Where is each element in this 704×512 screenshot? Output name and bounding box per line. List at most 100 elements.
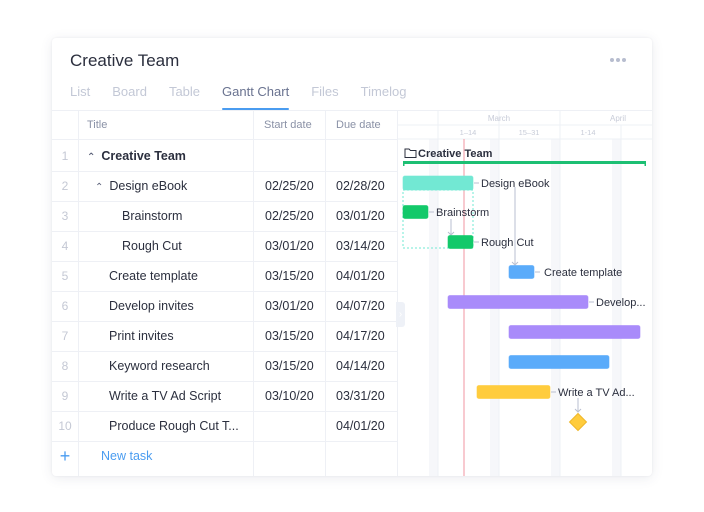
project-card: Creative Team List Board Table Gantt Cha… xyxy=(52,38,652,476)
row-number: 2 xyxy=(61,179,69,193)
gantt-bar[interactable] xyxy=(402,175,474,191)
plus-icon: + xyxy=(59,446,71,466)
start-date[interactable]: 03/15/20 xyxy=(265,321,314,351)
task-title[interactable]: Develop invites xyxy=(109,291,194,321)
task-title-text: Print invites xyxy=(109,329,174,343)
period-label: 1–14 xyxy=(460,128,477,137)
view-tabs: List Board Table Gantt Chart Files Timel… xyxy=(70,84,428,110)
ellipsis-dot xyxy=(616,58,620,62)
start-date[interactable]: 03/01/20 xyxy=(265,291,314,321)
table-row[interactable]: 4 Rough Cut 03/01/20 03/14/20 xyxy=(52,231,397,261)
table-row[interactable]: 6 Develop invites 03/01/20 04/07/20 xyxy=(52,291,397,321)
row-number: 6 xyxy=(61,299,69,313)
folder-icon xyxy=(404,148,417,158)
task-title-text: Design eBook xyxy=(109,179,188,193)
gantt-bar[interactable] xyxy=(508,265,535,279)
collapse-caret-icon[interactable]: ⌃ xyxy=(87,143,95,173)
due-date[interactable]: 04/14/20 xyxy=(336,351,385,381)
row-number: 7 xyxy=(61,329,69,343)
ellipsis-icon xyxy=(610,58,614,62)
row-number: 1 xyxy=(61,149,69,163)
due-date[interactable]: 04/17/20 xyxy=(336,321,385,351)
bar-label: Brainstorm xyxy=(436,207,489,219)
task-title-text: Develop invites xyxy=(109,299,194,313)
bar-label: Rough Cut xyxy=(481,237,534,249)
group-label: Creative Team xyxy=(418,148,493,160)
due-date[interactable]: 04/01/20 xyxy=(336,411,385,441)
column-header-title[interactable]: Title xyxy=(87,111,107,139)
group-bar-cap xyxy=(403,161,405,166)
task-title[interactable]: Produce Rough Cut T... xyxy=(109,411,239,441)
page-title: Creative Team xyxy=(70,51,180,70)
task-title[interactable]: ⌃ Design eBook xyxy=(95,171,187,203)
tab-timelog[interactable]: Timelog xyxy=(361,84,407,110)
task-title-text: Creative Team xyxy=(101,149,186,163)
ellipsis-dot xyxy=(622,58,626,62)
task-title[interactable]: Brainstorm xyxy=(122,201,182,231)
chevron-right-icon: › xyxy=(398,309,403,320)
group-bar[interactable] xyxy=(403,161,646,164)
task-title-text: Keyword research xyxy=(109,359,210,373)
start-date[interactable]: 03/15/20 xyxy=(265,261,314,291)
gantt-bar[interactable] xyxy=(402,205,429,219)
milestone-marker[interactable] xyxy=(568,412,588,432)
start-date[interactable]: 02/25/20 xyxy=(265,201,314,231)
task-title-text: Brainstorm xyxy=(122,209,183,223)
more-options-button[interactable] xyxy=(610,58,626,62)
new-task-button[interactable]: + New task xyxy=(52,441,397,471)
bar-label: Write a TV Ad... xyxy=(558,387,635,399)
task-title[interactable]: Keyword research xyxy=(109,351,210,381)
column-header-start-date[interactable]: Start date xyxy=(264,111,312,139)
task-title[interactable]: Rough Cut xyxy=(122,231,182,261)
start-date[interactable]: 03/15/20 xyxy=(265,351,314,381)
due-date[interactable]: 03/31/20 xyxy=(336,381,385,411)
gantt-bar[interactable] xyxy=(447,235,474,249)
task-title[interactable]: Write a TV Ad Script xyxy=(109,381,221,411)
task-title-text: Rough Cut xyxy=(122,239,182,253)
task-title-text: Produce Rough Cut T... xyxy=(109,419,239,433)
column-header-due-date[interactable]: Due date xyxy=(336,111,381,139)
due-date[interactable]: 02/28/20 xyxy=(336,171,385,201)
period-label: 15–31 xyxy=(519,128,540,137)
row-number: 4 xyxy=(61,239,69,253)
task-title[interactable]: Create template xyxy=(109,261,198,291)
table-row[interactable]: 5 Create template 03/15/20 04/01/20 xyxy=(52,261,397,291)
collapse-caret-icon[interactable]: ⌃ xyxy=(95,173,103,203)
collapse-panel-handle[interactable]: › xyxy=(396,302,405,327)
gantt-bar[interactable] xyxy=(508,325,641,339)
table-row[interactable]: 9 Write a TV Ad Script 03/10/20 03/31/20 xyxy=(52,381,397,411)
gantt-bar[interactable] xyxy=(447,295,589,309)
due-date[interactable]: 03/14/20 xyxy=(336,231,385,261)
bar-label: Design eBook xyxy=(481,178,550,190)
task-title-text: Create template xyxy=(109,269,198,283)
table-row[interactable]: 1 ⌃ Creative Team xyxy=(52,141,397,171)
task-title[interactable]: Print invites xyxy=(109,321,174,351)
gantt-canvas: March April 1–14 15–31 1-14 Creative Team Desi… xyxy=(398,111,652,476)
task-title[interactable]: ⌃ Creative Team xyxy=(87,141,186,173)
due-date[interactable]: 03/01/20 xyxy=(336,201,385,231)
table-row[interactable]: 2 ⌃ Design eBook 02/25/20 02/28/20 xyxy=(52,171,397,201)
tab-gantt-chart[interactable]: Gantt Chart xyxy=(222,84,290,110)
start-date[interactable]: 03/01/20 xyxy=(265,231,314,261)
bar-label: Develop... xyxy=(596,297,646,309)
gantt-bar[interactable] xyxy=(508,355,610,369)
gantt-chart: March April 1–14 15–31 1-14 Creative Team Desi… xyxy=(397,110,652,476)
new-task-label: New task xyxy=(101,449,153,463)
due-date[interactable]: 04/07/20 xyxy=(336,291,385,321)
tab-board[interactable]: Board xyxy=(112,84,147,110)
tab-list[interactable]: List xyxy=(70,84,90,110)
row-number: 3 xyxy=(61,209,69,223)
tab-files[interactable]: Files xyxy=(311,84,338,110)
table-row[interactable]: 7 Print invites 03/15/20 04/17/20 xyxy=(52,321,397,351)
divider xyxy=(52,139,397,140)
gantt-bar[interactable] xyxy=(476,385,551,399)
due-date[interactable]: 04/01/20 xyxy=(336,261,385,291)
row-number: 8 xyxy=(61,359,69,373)
tab-table[interactable]: Table xyxy=(169,84,200,110)
period-label: 1-14 xyxy=(580,128,595,137)
table-row[interactable]: 8 Keyword research 03/15/20 04/14/20 xyxy=(52,351,397,381)
table-row[interactable]: 3 Brainstorm 02/25/20 03/01/20 xyxy=(52,201,397,231)
table-row[interactable]: 10 Produce Rough Cut T... 04/01/20 xyxy=(52,411,397,441)
start-date[interactable]: 02/25/20 xyxy=(265,171,314,201)
start-date[interactable]: 03/10/20 xyxy=(265,381,314,411)
